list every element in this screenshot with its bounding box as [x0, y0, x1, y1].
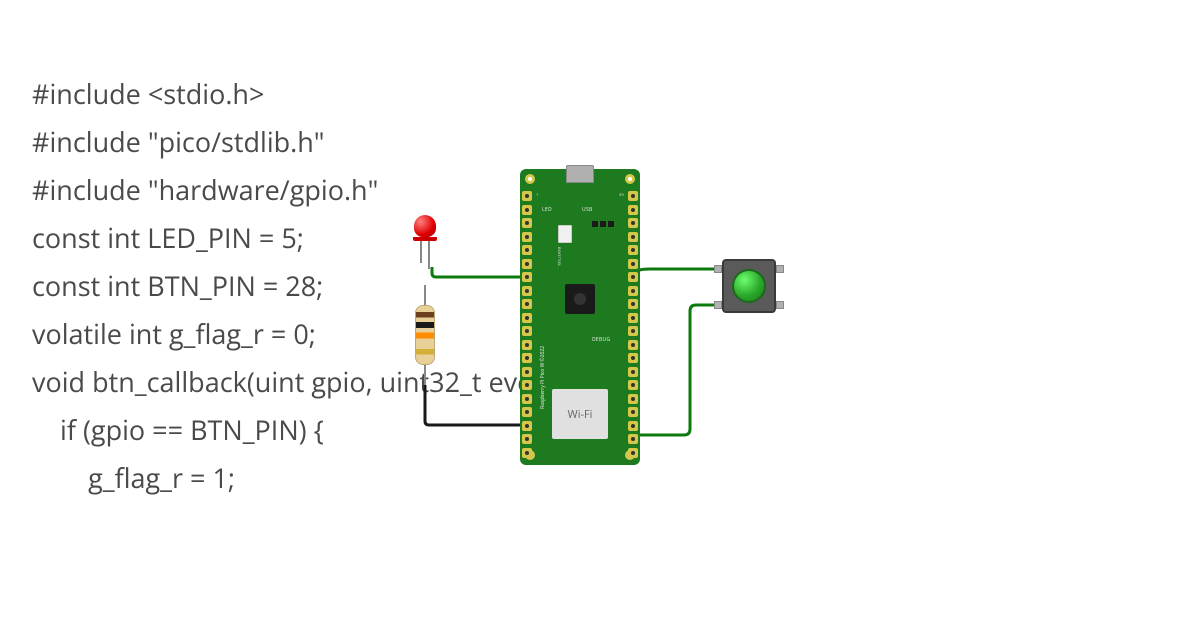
resistor-body-icon — [415, 305, 435, 365]
button-leg-icon — [776, 265, 784, 273]
board-label-bootsel: BOOTSEL — [556, 247, 561, 267]
board-label-usb: USB — [582, 207, 593, 213]
wifi-module: Wi-Fi — [552, 389, 608, 439]
button-cap-icon — [732, 269, 766, 303]
pin-1-label: 1 — [536, 193, 539, 198]
code-line: #include <stdio.h> — [32, 70, 596, 118]
led-component[interactable] — [414, 215, 436, 249]
button-leg-icon — [776, 301, 784, 309]
resistor-lead-icon — [424, 285, 426, 305]
pin-header-left — [522, 191, 532, 458]
led-leg-icon — [420, 241, 422, 263]
led-bulb-icon — [414, 215, 436, 237]
button-body-icon — [722, 259, 776, 313]
wifi-label: Wi-Fi — [568, 407, 593, 422]
mounting-hole-icon — [525, 174, 535, 184]
pin-39-label: 39 — [619, 193, 624, 198]
mounting-hole-icon — [625, 174, 635, 184]
raspberry-pi-pico-w[interactable]: Wi-Fi LED USB BOOTSEL DEBUG Raspberry Pi… — [520, 169, 640, 465]
bootsel-button-icon — [558, 225, 572, 243]
circuit-diagram[interactable]: Wi-Fi LED USB BOOTSEL DEBUG Raspberry Pi… — [400, 165, 850, 495]
board-label-led: LED — [542, 207, 552, 213]
button-leg-icon — [714, 301, 722, 309]
board-copyright: Raspberry Pi Pico W ©2022 — [540, 346, 546, 409]
resistor-lead-icon — [424, 365, 426, 385]
small-components-icon — [592, 221, 616, 239]
usb-connector-icon — [566, 165, 594, 183]
resistor-component[interactable] — [415, 305, 435, 365]
led-base-icon — [413, 237, 437, 241]
pin-header-right — [628, 191, 638, 458]
code-line: #include "pico/stdlib.h" — [32, 118, 596, 166]
board-label-debug: DEBUG — [592, 337, 610, 343]
push-button-component[interactable] — [714, 255, 784, 315]
button-leg-icon — [714, 265, 722, 273]
rp2040-chip-icon — [565, 284, 595, 314]
led-leg-icon — [428, 241, 430, 269]
